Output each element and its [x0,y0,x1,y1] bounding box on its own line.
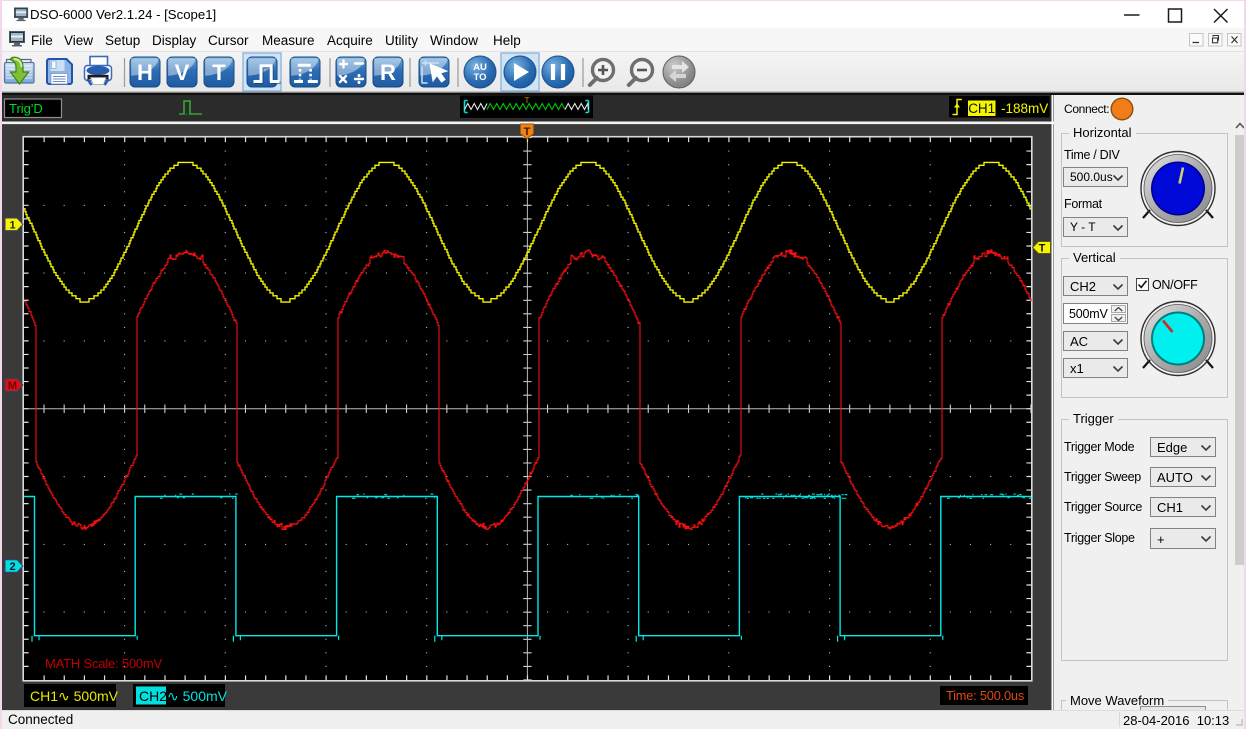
svg-text:CH2: CH2 [139,688,167,704]
svg-text:CH1∿ 500mV: CH1∿ 500mV [30,688,119,704]
svg-text:T: T [1039,243,1046,255]
svg-text:CH1: CH1 [968,101,995,116]
svg-text:MATH Scale: 500mV: MATH Scale: 500mV [45,656,163,671]
svg-text:Trig'D: Trig'D [9,101,43,116]
svg-text:2: 2 [9,561,15,573]
svg-text:T: T [524,126,531,138]
svg-text:Time: 500.0us: Time: 500.0us [946,688,1024,703]
svg-text:-188mV: -188mV [1001,101,1048,116]
svg-text:∿ 500mV: ∿ 500mV [167,688,228,704]
svg-text:T: T [524,95,529,105]
svg-text:M: M [8,380,17,392]
svg-text:1: 1 [9,220,15,232]
